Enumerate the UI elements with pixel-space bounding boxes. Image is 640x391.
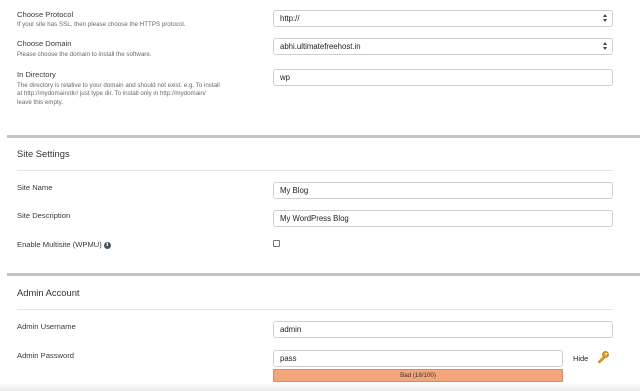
directory-label: In Directory	[17, 70, 56, 79]
site-name-input[interactable]: My Blog	[273, 182, 613, 199]
info-icon[interactable]: i	[103, 241, 111, 249]
site-description-input[interactable]: My WordPress Blog	[273, 210, 613, 227]
protocol-select-value: http://	[280, 14, 300, 23]
site-name-value: My Blog	[280, 186, 309, 195]
site-name-label: Site Name	[17, 183, 53, 192]
key-icon[interactable]	[596, 350, 610, 364]
site-description-label: Site Description	[17, 211, 71, 220]
protocol-select[interactable]: http://	[273, 10, 613, 27]
password-strength-text: Bad (18/100)	[400, 372, 436, 379]
directory-input-value: wp	[280, 73, 290, 82]
section-divider	[7, 135, 640, 138]
admin-password-value: pass	[280, 354, 297, 363]
section-divider	[7, 273, 640, 276]
directory-hint-line: The directory is relative to your domain…	[17, 82, 220, 89]
multisite-checkbox[interactable]	[273, 240, 280, 247]
protocol-label: Choose Protocol	[17, 10, 74, 19]
multisite-label-row: Enable Multisite (WPMU) i	[17, 240, 111, 249]
admin-username-input[interactable]: admin	[273, 321, 613, 338]
site-description-value: My WordPress Blog	[280, 214, 349, 223]
password-strength-meter: Bad (18/100)	[273, 369, 563, 382]
domain-label: Choose Domain	[17, 39, 72, 48]
domain-select[interactable]: abhi.ultimatefreehost.in	[273, 38, 613, 55]
divider	[17, 309, 613, 310]
multisite-label: Enable Multisite (WPMU)	[17, 240, 102, 249]
admin-password-label: Admin Password	[17, 351, 74, 360]
select-arrows-icon	[602, 14, 608, 24]
select-arrows-icon	[602, 42, 608, 52]
directory-input[interactable]: wp	[273, 69, 613, 86]
admin-username-label: Admin Username	[17, 322, 76, 331]
directory-hint: The directory is relative to your domain…	[17, 82, 220, 107]
directory-hint-line: at http://mydomain/dir/ just type dir. T…	[17, 90, 206, 98]
domain-select-value: abhi.ultimatefreehost.in	[280, 42, 361, 51]
directory-hint-line: leave this empty.	[17, 98, 63, 106]
bottom-fade	[0, 383, 640, 391]
admin-account-title: Admin Account	[17, 287, 80, 298]
divider	[17, 170, 613, 171]
hide-password-link[interactable]: Hide	[573, 354, 588, 363]
domain-hint: Please choose the domain to install the …	[17, 51, 152, 58]
protocol-hint: If your site has SSL, then please choose…	[17, 21, 186, 28]
site-settings-title: Site Settings	[17, 148, 70, 159]
admin-password-input[interactable]: pass	[273, 350, 563, 367]
admin-username-value: admin	[280, 325, 302, 334]
